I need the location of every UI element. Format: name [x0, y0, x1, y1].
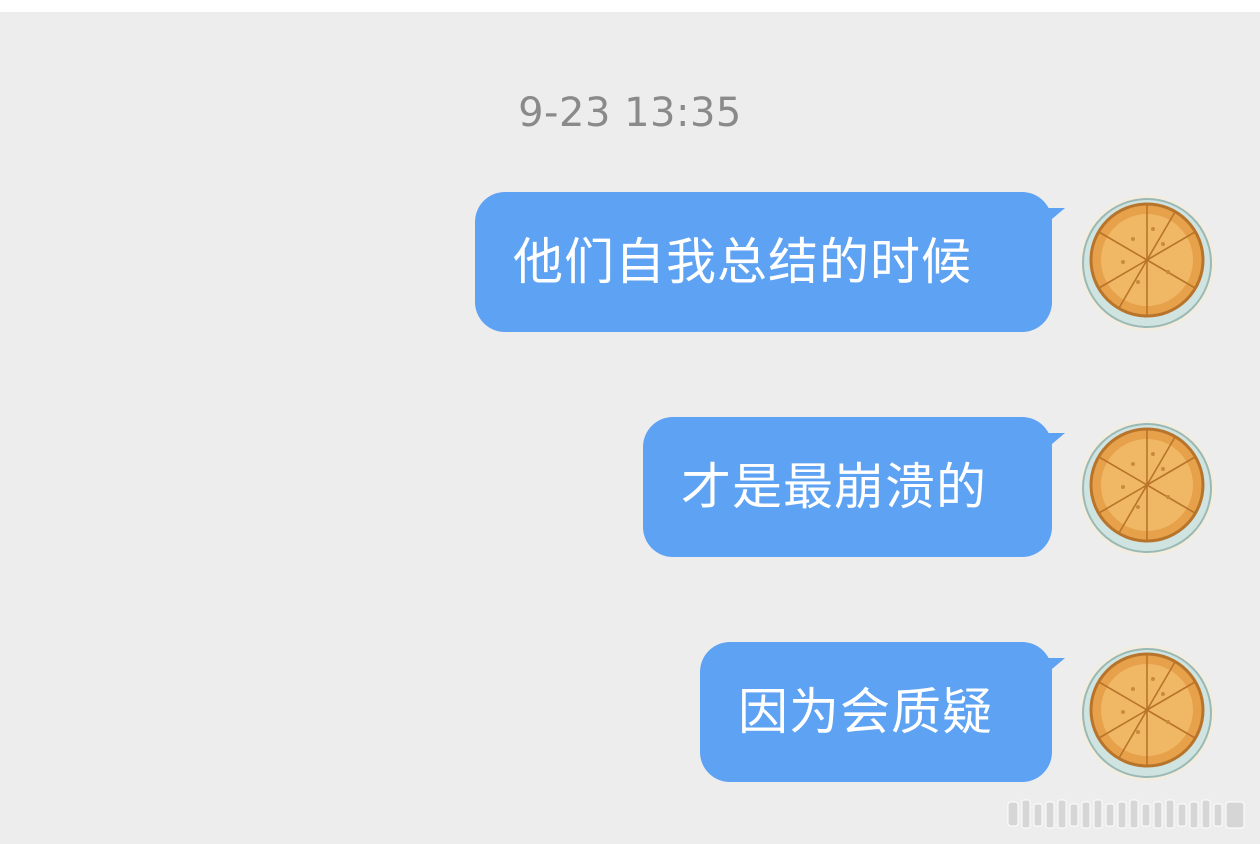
- chat-timestamp: 9-23 13:35: [518, 90, 742, 136]
- message-bubble[interactable]: 他们自我总结的时候: [475, 192, 1065, 332]
- message-row: 因为会质疑: [0, 642, 1260, 784]
- message-text: 因为会质疑: [738, 683, 993, 741]
- pizza-avatar-icon[interactable]: [1078, 194, 1216, 332]
- message-text: 才是最崩溃的: [681, 458, 987, 516]
- watermark-logo: [1007, 799, 1245, 829]
- message-row: 才是最崩溃的: [0, 417, 1260, 559]
- bubble-tail: [1039, 433, 1065, 455]
- bubble-tail: [1039, 208, 1065, 230]
- bubble-tail: [1039, 658, 1065, 680]
- message-text: 他们自我总结的时候: [513, 233, 972, 291]
- message-bubble[interactable]: 才是最崩溃的: [643, 417, 1065, 557]
- status-bar-strip: [0, 0, 1260, 12]
- pizza-avatar-icon[interactable]: [1078, 644, 1216, 782]
- message-bubble[interactable]: 因为会质疑: [700, 642, 1065, 782]
- message-row: 他们自我总结的时候: [0, 192, 1260, 334]
- pizza-avatar-icon[interactable]: [1078, 419, 1216, 557]
